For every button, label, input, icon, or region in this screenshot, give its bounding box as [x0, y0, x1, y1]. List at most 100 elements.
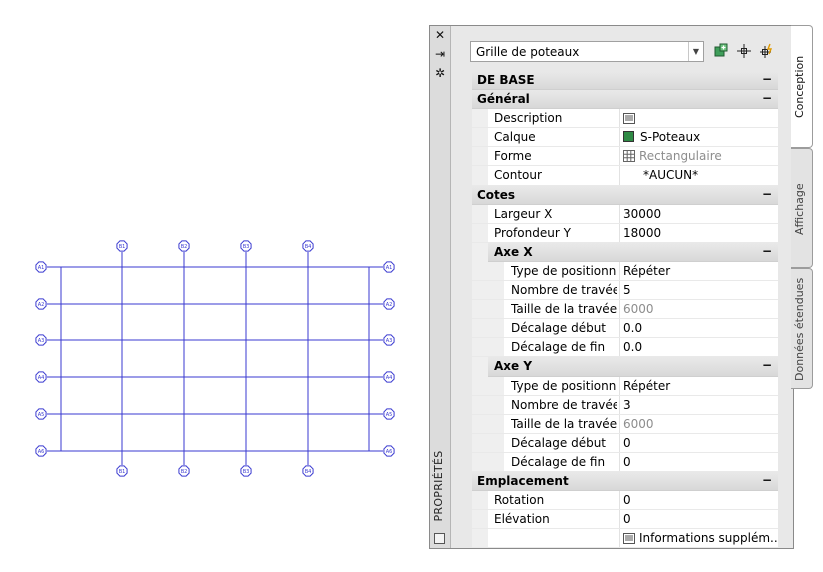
- property-value[interactable]: 0: [623, 512, 777, 526]
- grid-bubble-bottom[interactable]: B4: [302, 465, 314, 477]
- collapse-icon[interactable]: −: [762, 91, 772, 105]
- grid-bubble-left[interactable]: A1: [35, 261, 47, 273]
- quick-select-icon[interactable]: [759, 43, 775, 59]
- property-row-axey-3[interactable]: Décalage début 0: [472, 433, 778, 453]
- grid-bubble-right[interactable]: A4: [383, 371, 395, 383]
- property-value[interactable]: 0: [623, 436, 777, 450]
- property-value[interactable]: 6000: [623, 417, 777, 431]
- property-value[interactable]: 0: [623, 493, 777, 507]
- section-axe-y-label: Axe Y: [494, 359, 533, 374]
- tab-donnees-etendues[interactable]: Données étendues: [791, 268, 813, 389]
- property-row-axey-0[interactable]: Type de positionn... Répéter: [472, 376, 778, 396]
- grid-bubble-label: B3: [243, 469, 250, 475]
- property-value[interactable]: 18000: [623, 226, 777, 240]
- chevron-down-icon[interactable]: ▼: [688, 42, 703, 61]
- grid-bubble-top[interactable]: B2: [178, 240, 190, 252]
- property-row-general-3[interactable]: Contour *AUCUN*: [472, 166, 778, 186]
- property-row-axex-0[interactable]: Type de positionn... Répéter: [472, 261, 778, 282]
- property-row-axex-4[interactable]: Décalage de fin 0.0: [472, 338, 778, 358]
- property-value-text: 3: [623, 397, 631, 412]
- grid-bubble-right[interactable]: A5: [383, 408, 395, 420]
- section-cotes[interactable]: Cotes −: [472, 185, 778, 205]
- collapse-icon[interactable]: −: [762, 72, 772, 86]
- autohide-icon[interactable]: ⇥: [433, 47, 447, 61]
- section-base[interactable]: DE BASE −: [472, 71, 778, 91]
- section-emplacement[interactable]: Emplacement −: [472, 471, 778, 492]
- property-value[interactable]: 3: [623, 398, 777, 412]
- property-row-axex-2[interactable]: Taille de la travée 6000: [472, 300, 778, 320]
- property-row-empl-2[interactable]: Informations supplém...: [472, 529, 778, 549]
- property-value-text: 5: [623, 283, 631, 298]
- tab-affichage[interactable]: Affichage: [791, 148, 813, 268]
- property-value[interactable]: Répéter: [623, 264, 777, 278]
- property-value[interactable]: *AUCUN*: [623, 168, 797, 182]
- grid-bubble-label: A5: [38, 412, 45, 418]
- grid-bubble-bottom[interactable]: B2: [178, 465, 190, 477]
- property-row-empl-0[interactable]: Rotation 0: [472, 491, 778, 511]
- grid-bubble-top[interactable]: B3: [240, 240, 252, 252]
- property-label: Calque: [494, 130, 536, 145]
- grid-bubble-left[interactable]: A3: [35, 334, 47, 346]
- palette-titlebar[interactable]: ✕ ⇥ ✲ PROPRIÉTÉS: [430, 26, 451, 548]
- property-row-general-1[interactable]: Calque S-Poteaux: [472, 128, 778, 148]
- property-value[interactable]: 6000: [623, 302, 777, 316]
- pick-point-icon[interactable]: [736, 43, 752, 59]
- property-row-cotes-0[interactable]: Largeur X 30000: [472, 204, 778, 224]
- grid-bubble-left[interactable]: A5: [35, 408, 47, 420]
- property-row-axey-4[interactable]: Décalage de fin 0: [472, 452, 778, 472]
- property-label: Taille de la travée: [511, 302, 617, 317]
- grid-bubble-right[interactable]: A2: [383, 298, 395, 310]
- grid-bubble-left[interactable]: A2: [35, 298, 47, 310]
- property-value[interactable]: 0.0: [623, 340, 777, 354]
- property-value[interactable]: Informations supplém...: [623, 531, 777, 545]
- property-value[interactable]: 0.0: [623, 321, 777, 335]
- grid-bubble-top[interactable]: B1: [116, 240, 128, 252]
- property-value[interactable]: S-Poteaux: [623, 130, 777, 144]
- property-value-text: Répéter: [623, 378, 671, 393]
- property-row-cotes-1[interactable]: Profondeur Y 18000: [472, 223, 778, 243]
- collapse-icon[interactable]: −: [762, 473, 772, 487]
- section-base-label: DE BASE: [477, 73, 535, 87]
- property-value-text: 0: [623, 512, 631, 527]
- grid-bubble-bottom[interactable]: B3: [240, 465, 252, 477]
- grid-bubble-right[interactable]: A1: [383, 261, 395, 273]
- property-row-axex-3[interactable]: Décalage début 0.0: [472, 319, 778, 339]
- property-row-axex-1[interactable]: Nombre de travées 5: [472, 281, 778, 301]
- section-axe-x[interactable]: Axe X −: [488, 242, 778, 262]
- palette-menu-icon[interactable]: [434, 533, 445, 544]
- grid-bubble-label: A4: [38, 375, 45, 381]
- collapse-icon[interactable]: −: [762, 358, 772, 372]
- grid-bubble-label: A4: [386, 375, 393, 381]
- grid-bubble-bottom[interactable]: B1: [116, 465, 128, 477]
- property-value-text: 0: [623, 435, 631, 450]
- collapse-icon[interactable]: −: [762, 244, 772, 258]
- grid-bubble-right[interactable]: A6: [383, 445, 395, 457]
- grid-bubble-left[interactable]: A6: [35, 445, 47, 457]
- collapse-icon[interactable]: −: [762, 187, 772, 201]
- property-row-empl-1[interactable]: Elévation 0: [472, 510, 778, 530]
- grid-bubble-top[interactable]: B4: [302, 240, 314, 252]
- palette-settings-icon[interactable]: ✲: [433, 66, 447, 80]
- drawing-canvas[interactable]: B1 B1 B2 B2 B3 B3 B4 B4 A1 A1 A2 A2 A3 A3 A4 A4 A5 A5 A6 A6: [0, 0, 425, 572]
- property-row-axey-1[interactable]: Nombre de travées 3: [472, 395, 778, 415]
- property-value[interactable]: 0: [623, 455, 777, 469]
- property-value[interactable]: 5: [623, 283, 777, 297]
- object-type-select[interactable]: Grille de poteaux ▼: [470, 41, 704, 62]
- property-row-axey-2[interactable]: Taille de la travée 6000: [472, 414, 778, 434]
- add-style-icon[interactable]: [713, 43, 729, 59]
- property-row-general-2[interactable]: Forme Rectangulaire: [472, 147, 778, 167]
- tab-conception[interactable]: Conception: [791, 25, 813, 148]
- extra-info-icon[interactable]: [623, 533, 635, 545]
- grid-bubble-right[interactable]: A3: [383, 334, 395, 346]
- property-value[interactable]: Rectangulaire: [623, 149, 777, 163]
- property-value[interactable]: 30000: [623, 207, 777, 221]
- section-general[interactable]: Général −: [472, 90, 778, 110]
- property-value[interactable]: Répéter: [623, 379, 777, 393]
- grid-bubble-left[interactable]: A4: [35, 371, 47, 383]
- grid-shape-icon: [623, 150, 635, 163]
- description-icon[interactable]: [623, 113, 635, 125]
- close-icon[interactable]: ✕: [433, 28, 447, 42]
- section-axe-y[interactable]: Axe Y −: [488, 357, 778, 377]
- property-value[interactable]: [623, 111, 777, 125]
- property-row-general-0[interactable]: Description: [472, 109, 778, 129]
